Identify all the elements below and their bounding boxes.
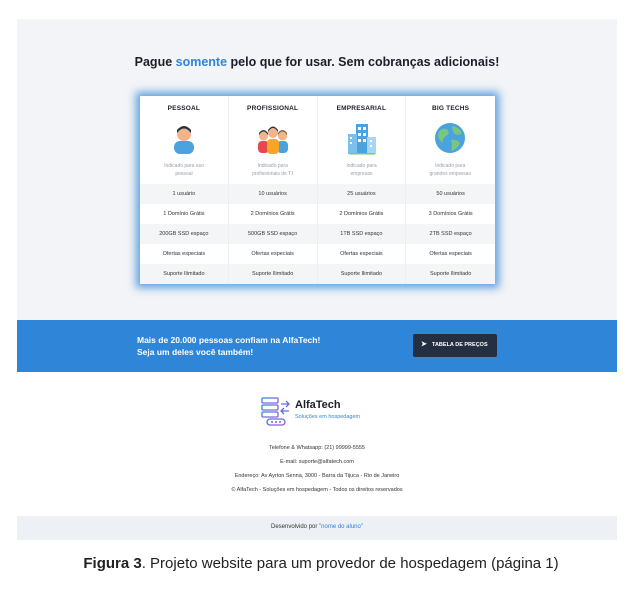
developer-bar: Desenvolvido por "nome do aluno" bbox=[17, 516, 617, 540]
button-label: TABELA DE PREÇOS bbox=[432, 342, 488, 348]
plan-feature: 1 usuário bbox=[140, 184, 229, 204]
caption-label: Figura 3 bbox=[83, 555, 142, 572]
student-name: "nome do aluno" bbox=[319, 524, 363, 530]
banner-line: Seja um deles você também! bbox=[137, 347, 254, 357]
plan-feature: 1TB SSD espaço bbox=[317, 224, 407, 244]
plan-name: PESSOAL bbox=[167, 105, 201, 112]
footer: AlfaTech Soluções em hospedagem Telefone… bbox=[17, 372, 617, 516]
plan-feature: 10 usuários bbox=[228, 184, 318, 204]
plan-feature: Ofertas especiais bbox=[140, 244, 229, 264]
plan-feature: 50 usuários bbox=[406, 184, 495, 204]
plan-column-big-techs: BIG TECHS Indicado para grandes empresas … bbox=[406, 96, 495, 284]
plan-description: Indicado para profissionais de T.I bbox=[252, 163, 294, 177]
plan-feature: 2TB SSD espaço bbox=[406, 224, 495, 244]
plan-feature: Suporte Ilimitado bbox=[140, 264, 229, 284]
footer-brand: AlfaTech bbox=[295, 399, 341, 411]
cta-banner: Mais de 20.000 pessoas confiam na AlfaTe… bbox=[17, 320, 617, 372]
plan-feature: 1 Domínio Grátis bbox=[140, 204, 229, 224]
pricing-headline: Pague somente pelo que for usar. Sem cob… bbox=[134, 55, 500, 69]
footer-email: E-mail: suporte@alfatech.com bbox=[280, 459, 354, 465]
buildings-icon bbox=[347, 124, 376, 155]
plan-name: PROFISSIONAL bbox=[247, 105, 299, 112]
person-icon bbox=[174, 126, 194, 154]
rocket-icon: ➤ bbox=[421, 341, 427, 348]
plan-feature: Ofertas especiais bbox=[318, 244, 407, 264]
plan-feature: Ofertas especiais bbox=[429, 251, 472, 257]
footer-copyright: © AlfaTech - Soluções em hospedagem - To… bbox=[231, 487, 403, 493]
pricing-table-button[interactable]: ➤ TABELA DE PREÇOS bbox=[413, 334, 497, 357]
caption-text: . Projeto website para um provedor de ho… bbox=[141, 555, 559, 572]
plan-feature: Ofertas especiais bbox=[229, 244, 318, 264]
pricing-table: PESSOAL Indicado para uso pessoal 1 usuár… bbox=[140, 96, 495, 284]
plan-feature: 200GB SSD espaço bbox=[140, 224, 229, 244]
plan-feature: 3 Domínios Grátis bbox=[428, 211, 473, 217]
banner-text: Mais de 20.000 pessoas confiam na AlfaTe… bbox=[137, 334, 320, 358]
plan-feature: Suporte Ilimitado bbox=[317, 264, 407, 284]
plan-column-empresarial: EMPRESARIAL Indicado para empresas 25 us… bbox=[317, 96, 407, 284]
headline-highlight: somente bbox=[175, 55, 228, 69]
plan-feature: 2 Domínios Grátis bbox=[229, 204, 318, 224]
plan-feature: 2 Domínios Grátis bbox=[318, 204, 407, 224]
plan-description: Indicado para uso pessoal bbox=[164, 163, 204, 177]
team-icon bbox=[257, 126, 288, 154]
plan-column-profissional: PROFISSIONAL Indicado para profissionais … bbox=[228, 96, 318, 284]
plan-feature: Suporte Ilimitado bbox=[228, 264, 318, 284]
plan-name: EMPRESARIAL bbox=[336, 105, 387, 112]
plan-name: BIG TECHS bbox=[432, 105, 470, 112]
plan-description: Indicado para empresas bbox=[346, 163, 377, 177]
footer-phone: Telefone & Whatsapp: (21) 99999-5555 bbox=[268, 445, 365, 451]
website-mockup: Pague somente pelo que for usar. Sem cob… bbox=[17, 0, 617, 540]
footer-address: Endereço: Av Ayrton Senna, 3000 - Barra … bbox=[234, 473, 400, 479]
top-strip bbox=[17, 0, 617, 19]
plan-feature: 500GB SSD espaço bbox=[228, 224, 318, 244]
banner-line: Mais de 20.000 pessoas confiam na AlfaTe… bbox=[137, 335, 321, 345]
footer-tagline: Soluções em hospedagem bbox=[295, 414, 361, 420]
plan-description: Indicado para grandes empresas bbox=[429, 163, 471, 177]
developer-credit: Desenvolvido por "nome do aluno" bbox=[271, 524, 363, 530]
figure-caption: Figura 3. Projeto website para um proved… bbox=[0, 555, 642, 572]
alfatech-logo-icon bbox=[261, 397, 290, 426]
globe-icon bbox=[435, 123, 466, 153]
plan-feature: 25 usuários bbox=[317, 184, 407, 204]
plan-column-pessoal: PESSOAL Indicado para uso pessoal 1 usuár… bbox=[140, 96, 229, 284]
plan-feature: Suporte Ilimitado bbox=[406, 264, 495, 284]
